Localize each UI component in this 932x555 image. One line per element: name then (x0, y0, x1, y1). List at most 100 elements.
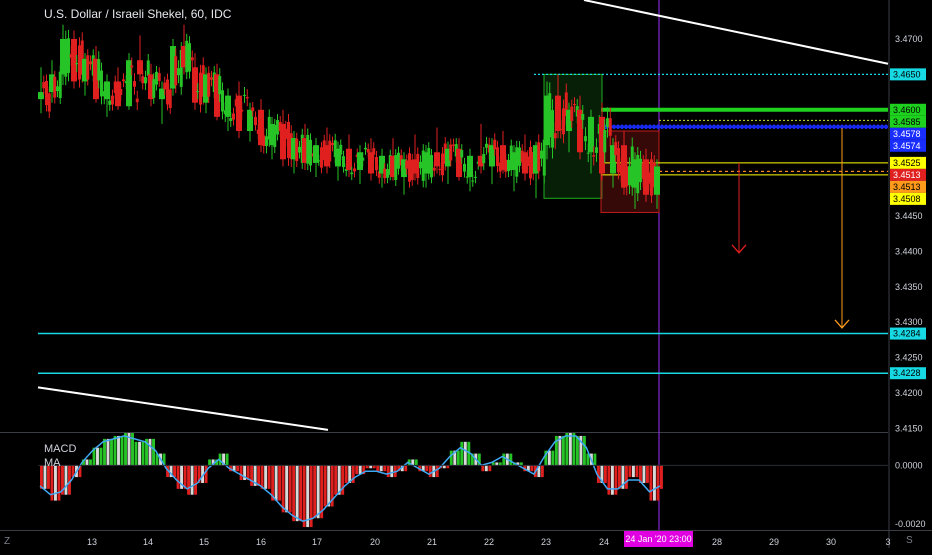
macd-histogram-bar (316, 465, 320, 519)
candle-body (168, 89, 172, 108)
candle-body (372, 148, 376, 155)
candle-body (210, 77, 213, 80)
time-tick-label: 17 (312, 537, 322, 547)
candle-body (207, 72, 211, 97)
candle-body (64, 39, 68, 77)
candle-body (67, 38, 70, 73)
candle-body (375, 156, 378, 171)
macd-histogram-bar (390, 465, 394, 478)
candle-body (298, 146, 301, 153)
macd-histogram-bar (509, 453, 513, 466)
macd-histogram-bar (57, 465, 61, 501)
candle-body (482, 153, 486, 164)
candle-body (485, 143, 488, 148)
macd-histogram-bar (204, 465, 208, 483)
candle-body (295, 138, 299, 162)
macd-histogram-bar (383, 465, 387, 472)
macd-histogram-bar (481, 465, 485, 472)
candle-body (608, 118, 612, 136)
macd-histogram-bar (635, 465, 639, 478)
price-chart-svg[interactable]: 3.47003.46503.46003.45503.45003.44503.44… (0, 0, 932, 550)
macd-histogram-bar (124, 433, 127, 466)
macd-histogram-bar (299, 465, 303, 522)
candle-body (243, 94, 246, 96)
macd-histogram-bar (113, 435, 117, 466)
chart-title: U.S. Dollar / Israeli Shekel, 60, IDC (44, 7, 232, 21)
time-tick-label: 13 (87, 537, 97, 547)
candle-body (394, 155, 398, 180)
candle-body (496, 147, 499, 166)
time-tick-label: 14 (143, 537, 153, 547)
candle-body (331, 142, 334, 145)
price-tick-label: 3.4300 (895, 317, 923, 327)
candle-body (119, 88, 123, 96)
candle-body (383, 168, 387, 179)
price-level-tag-text: 3.4650 (893, 69, 921, 79)
candle-body (592, 155, 596, 157)
macd-histogram-bar (488, 465, 492, 472)
candle-body (570, 106, 574, 121)
candle-body (537, 142, 541, 172)
candle-body (650, 159, 653, 196)
candle-body (287, 121, 290, 158)
settings-icon[interactable]: S (906, 535, 913, 546)
candle-body (434, 152, 440, 167)
candle-body (654, 166, 660, 195)
macd-histogram-bar (568, 433, 572, 466)
candle-body (595, 147, 598, 153)
candle-body (467, 155, 473, 178)
macd-histogram-bar (547, 450, 551, 466)
macd-histogram-bar (285, 465, 289, 513)
macd-histogram-bar (565, 433, 569, 466)
candle-body (262, 135, 266, 147)
macd-histogram-bar (652, 465, 656, 501)
macd-histogram-bar (54, 465, 57, 501)
macd-tick-label: -0.0020 (895, 519, 926, 529)
macd-histogram-bar (582, 435, 586, 466)
candle-body (581, 113, 585, 120)
macd-histogram-bar (593, 453, 597, 466)
candle-body (416, 153, 420, 179)
price-level-tag-text: 3.4585 (893, 117, 921, 127)
chart-area[interactable]: 3.47003.46503.46003.45503.45003.44503.44… (0, 0, 932, 550)
candle-body (229, 118, 233, 122)
macd-histogram-bar (449, 450, 453, 466)
candle-body (408, 153, 411, 182)
price-tick-label: 3.4250 (895, 353, 923, 363)
time-tick-label: 29 (769, 537, 779, 547)
candle-body (225, 95, 231, 117)
blue-band-fill (601, 125, 888, 129)
candle-body (452, 144, 455, 146)
candle-body (342, 156, 345, 168)
macd-histogram-bar (355, 465, 359, 475)
timezone-icon[interactable]: Z (4, 536, 10, 547)
macd-histogram-bar (435, 465, 439, 478)
candle-body (573, 104, 576, 106)
candle-body (350, 172, 354, 175)
macd-histogram-bar (138, 441, 141, 466)
candle-body (463, 163, 466, 172)
macd-histogram-bar (257, 465, 261, 486)
candle-body (366, 148, 370, 153)
candle-body (507, 159, 510, 172)
macd-histogram-bar (302, 465, 306, 528)
candle-body (177, 68, 180, 76)
candle-body (588, 116, 594, 153)
macd-histogram-bar (99, 447, 103, 466)
candle-body (306, 134, 310, 164)
candle-body (122, 79, 125, 82)
price-level-tag-text: 3.4513 (893, 170, 921, 180)
price-tick-label: 3.4400 (895, 246, 923, 256)
candle-body (493, 139, 497, 150)
candle-body (221, 90, 224, 112)
macd-histogram-bar (110, 438, 113, 466)
candle-body (56, 86, 59, 92)
macd-histogram-bar (386, 465, 390, 478)
candle-body (606, 118, 609, 127)
candle-body (617, 148, 620, 173)
time-tick-label: 21 (427, 537, 437, 547)
candle-body (185, 40, 189, 73)
candle-body (548, 93, 552, 138)
candle-body (42, 82, 46, 89)
macd-histogram-bar (631, 465, 635, 478)
